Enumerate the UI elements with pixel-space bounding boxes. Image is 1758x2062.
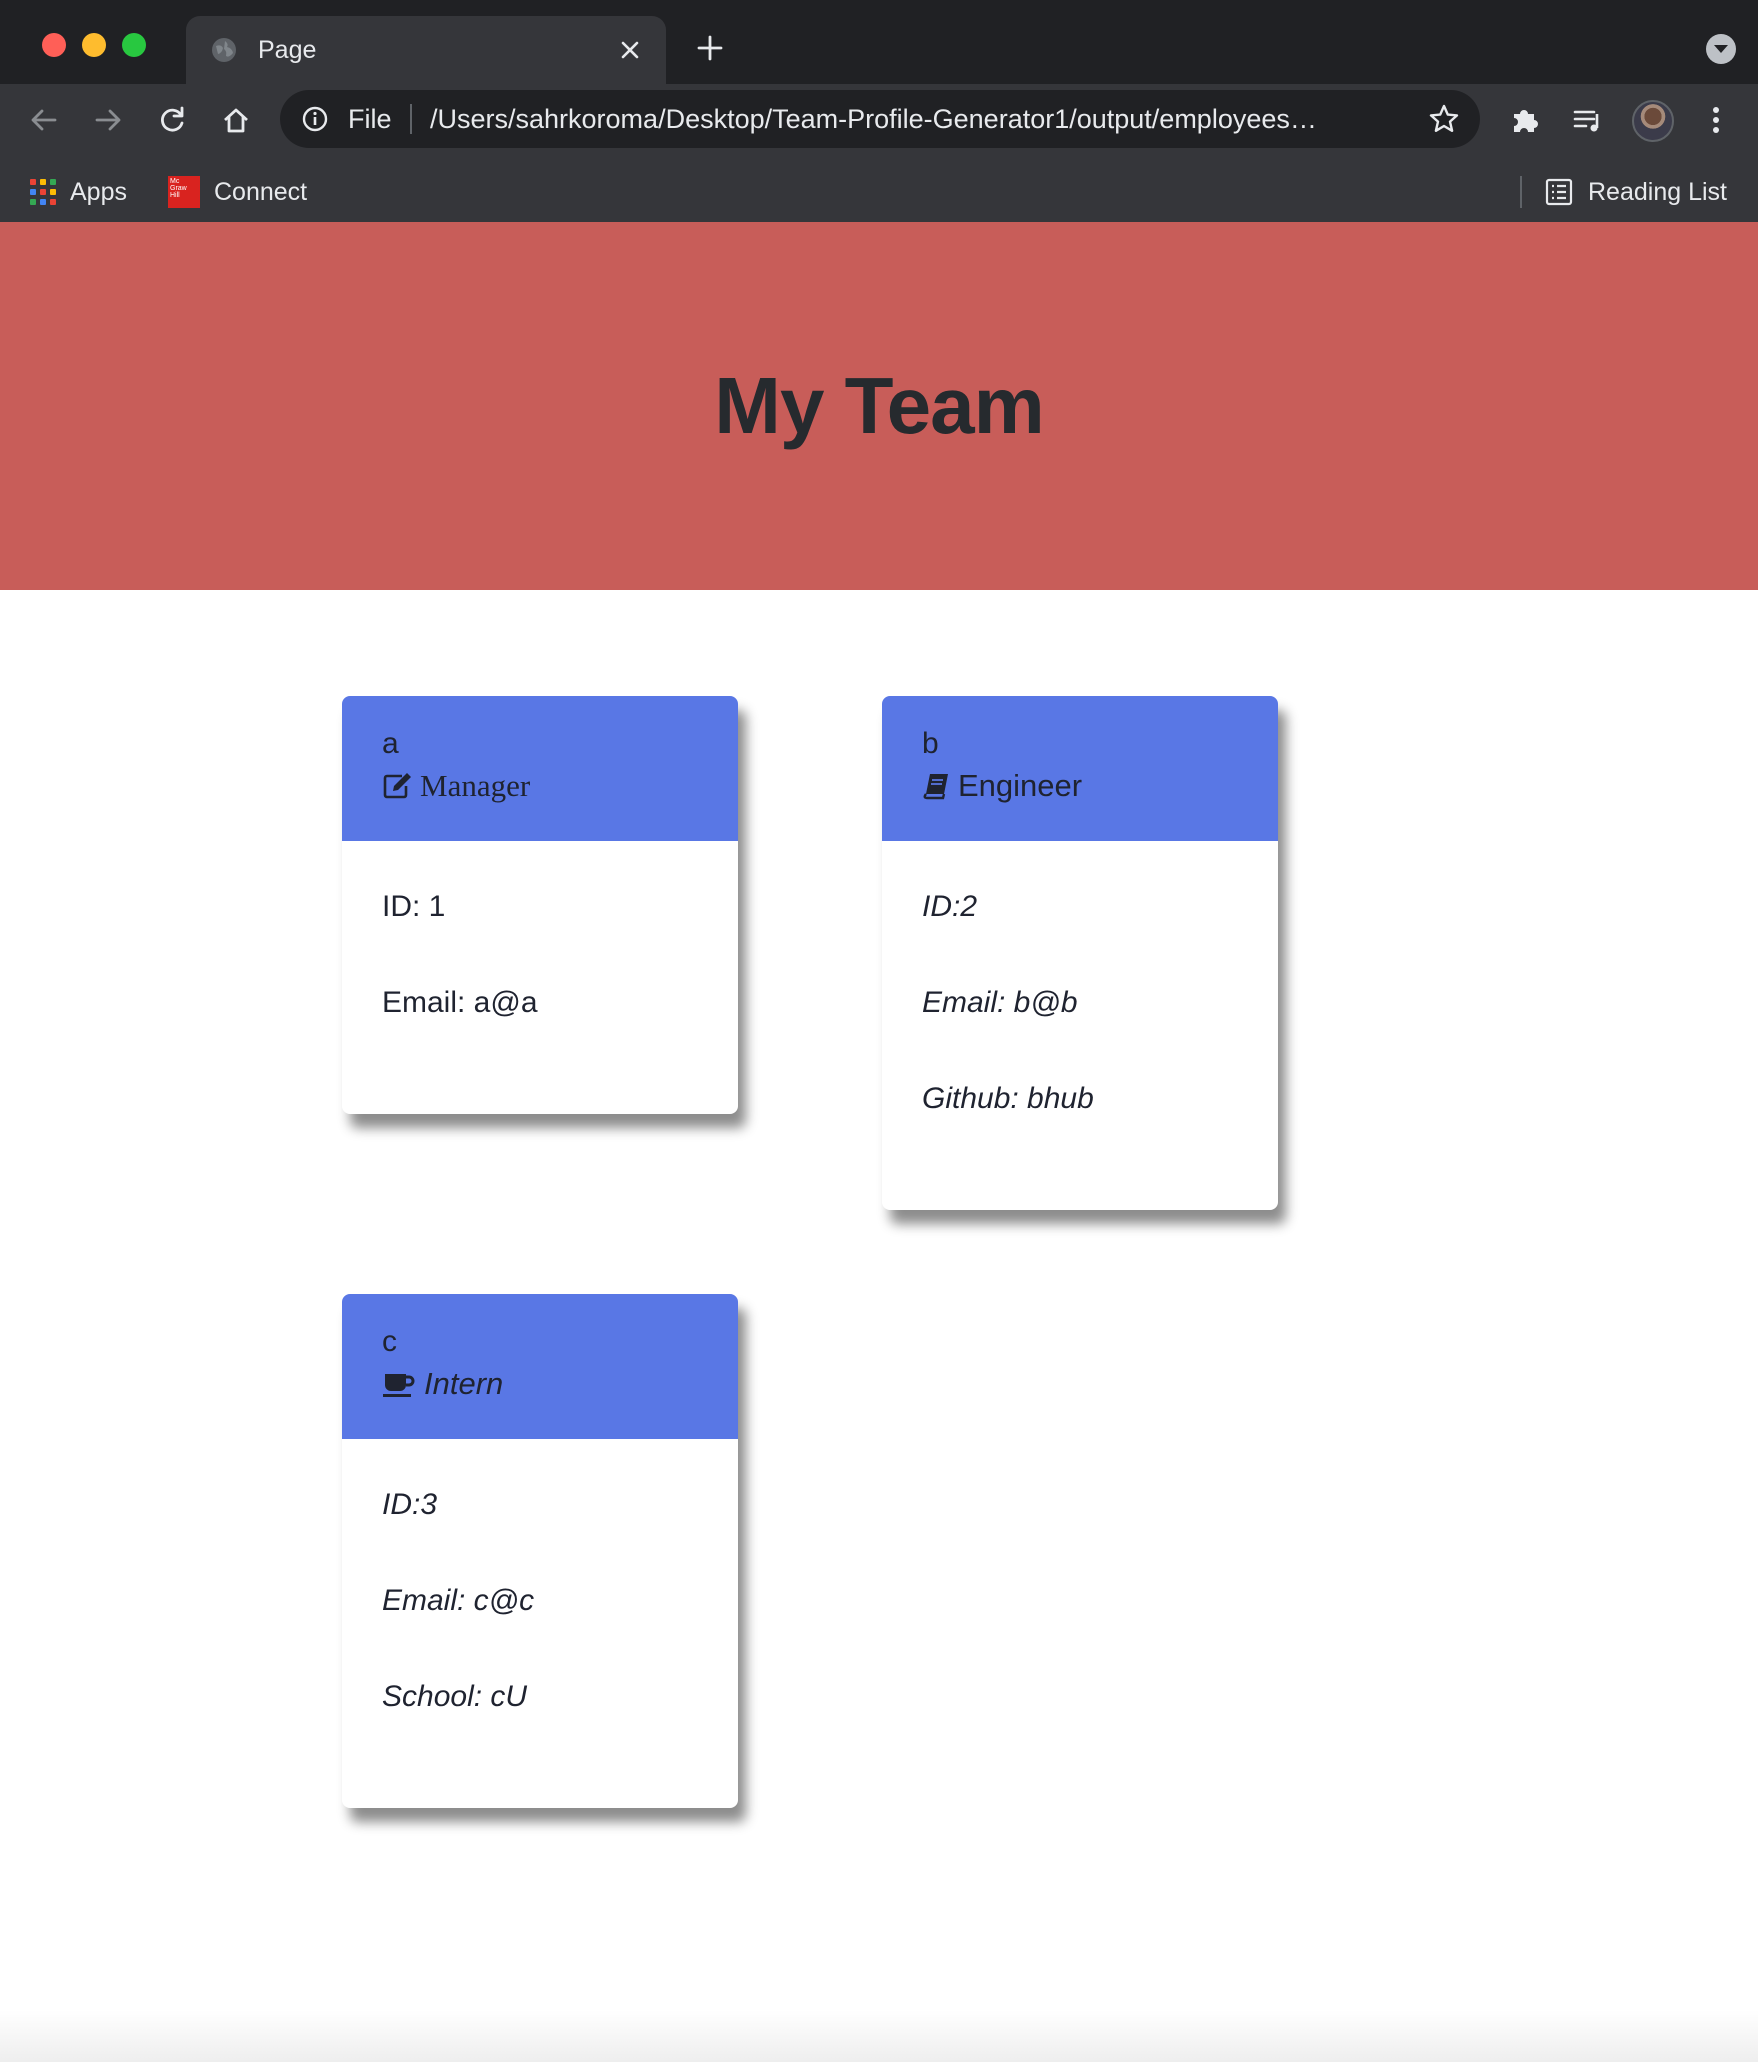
reading-list-icon	[1545, 178, 1573, 206]
back-icon[interactable]	[24, 100, 64, 140]
close-tab-icon[interactable]	[612, 32, 648, 68]
page-header: My Team	[0, 222, 1758, 590]
card-header: b Engineer	[882, 696, 1278, 841]
employee-card-manager: a Manager ID: 1 Email: a@a	[342, 696, 738, 1114]
card-body: ID:2 Email: b@b Github: bhub	[882, 841, 1278, 1119]
reload-icon[interactable]	[152, 100, 192, 140]
site-info-icon[interactable]	[300, 104, 330, 134]
employee-role: Manager	[382, 764, 698, 808]
card-body: ID:3 Email: c@c School: cU	[342, 1439, 738, 1717]
menu-kebab-icon[interactable]	[1696, 100, 1736, 140]
employee-role: Intern	[382, 1362, 698, 1406]
home-icon[interactable]	[216, 100, 256, 140]
card-header: a Manager	[342, 696, 738, 841]
bookmarks-divider	[1520, 176, 1522, 208]
employee-github: Github: bhub	[922, 1082, 1094, 1115]
coffee-cup-icon	[383, 1374, 415, 1397]
card-header: c Intern	[342, 1294, 738, 1439]
tab-search-icon[interactable]	[1706, 34, 1736, 64]
bookmark-connect[interactable]: Mc Graw Hill Connect	[168, 174, 307, 210]
extensions-icon[interactable]	[1504, 100, 1544, 140]
globe-icon	[212, 38, 236, 62]
employee-card-engineer: b Engineer ID:2 Email: b@b Github: bhub	[882, 696, 1278, 1210]
url-text[interactable]: /Users/sahrkoroma/Desktop/Team-Profile-G…	[430, 104, 1390, 134]
book-icon	[923, 774, 948, 800]
reading-list-label: Reading List	[1588, 177, 1727, 206]
employee-id: ID: 1	[382, 890, 446, 923]
employee-email: Email: b@b	[922, 986, 1078, 1019]
employee-school: School: cU	[382, 1680, 528, 1713]
employee-card-intern: c Intern ID:3 Email: c@c School: cU	[342, 1294, 738, 1808]
employee-role: Engineer	[922, 764, 1238, 808]
bookmark-apps-label: Apps	[70, 177, 127, 206]
employee-email: Email: a@a	[382, 986, 538, 1019]
maximize-window-button[interactable]	[122, 33, 146, 57]
forward-icon[interactable]	[88, 100, 128, 140]
minimize-window-button[interactable]	[82, 33, 106, 57]
address-bar[interactable]: File /Users/sahrkoroma/Desktop/Team-Prof…	[280, 90, 1480, 148]
media-queue-icon[interactable]	[1568, 100, 1608, 140]
edit-icon	[383, 773, 411, 799]
tab-page[interactable]: Page	[186, 16, 666, 84]
new-tab-icon[interactable]	[690, 28, 730, 68]
bookmarks-bar: Apps Mc Graw Hill Connect Reading List	[0, 162, 1758, 222]
browser-chrome: Page File /Users/sahrkoroma/Desktop/Team…	[0, 0, 1758, 222]
employee-name: c	[382, 1325, 397, 1358]
employee-name: a	[382, 727, 399, 760]
employee-email: Email: c@c	[382, 1584, 535, 1617]
mcgraw-hill-logo: Mc Graw Hill	[168, 176, 200, 208]
bookmark-connect-label: Connect	[214, 177, 308, 206]
role-label: Engineer	[958, 768, 1083, 803]
role-label: Intern	[424, 1366, 504, 1401]
profile-avatar[interactable]	[1632, 100, 1674, 142]
card-body: ID: 1 Email: a@a	[342, 841, 738, 1023]
omnibox-divider	[410, 104, 412, 134]
bookmark-star-icon[interactable]	[1428, 103, 1460, 135]
tab-strip: Page	[0, 0, 1758, 84]
window-bottom-edge	[0, 2010, 1758, 2062]
url-scheme-label: File	[348, 104, 392, 134]
employee-name: b	[922, 727, 939, 760]
employee-id: ID:3	[382, 1488, 438, 1521]
bookmark-apps[interactable]: Apps	[30, 174, 127, 210]
employee-id: ID:2	[922, 890, 978, 923]
close-window-button[interactable]	[42, 33, 66, 57]
page-title: My Team	[714, 361, 1044, 450]
apps-grid-icon	[30, 179, 56, 205]
tab-title: Page	[258, 36, 317, 64]
reading-list-button[interactable]: Reading List	[1544, 174, 1727, 210]
role-label: Manager	[420, 768, 531, 803]
